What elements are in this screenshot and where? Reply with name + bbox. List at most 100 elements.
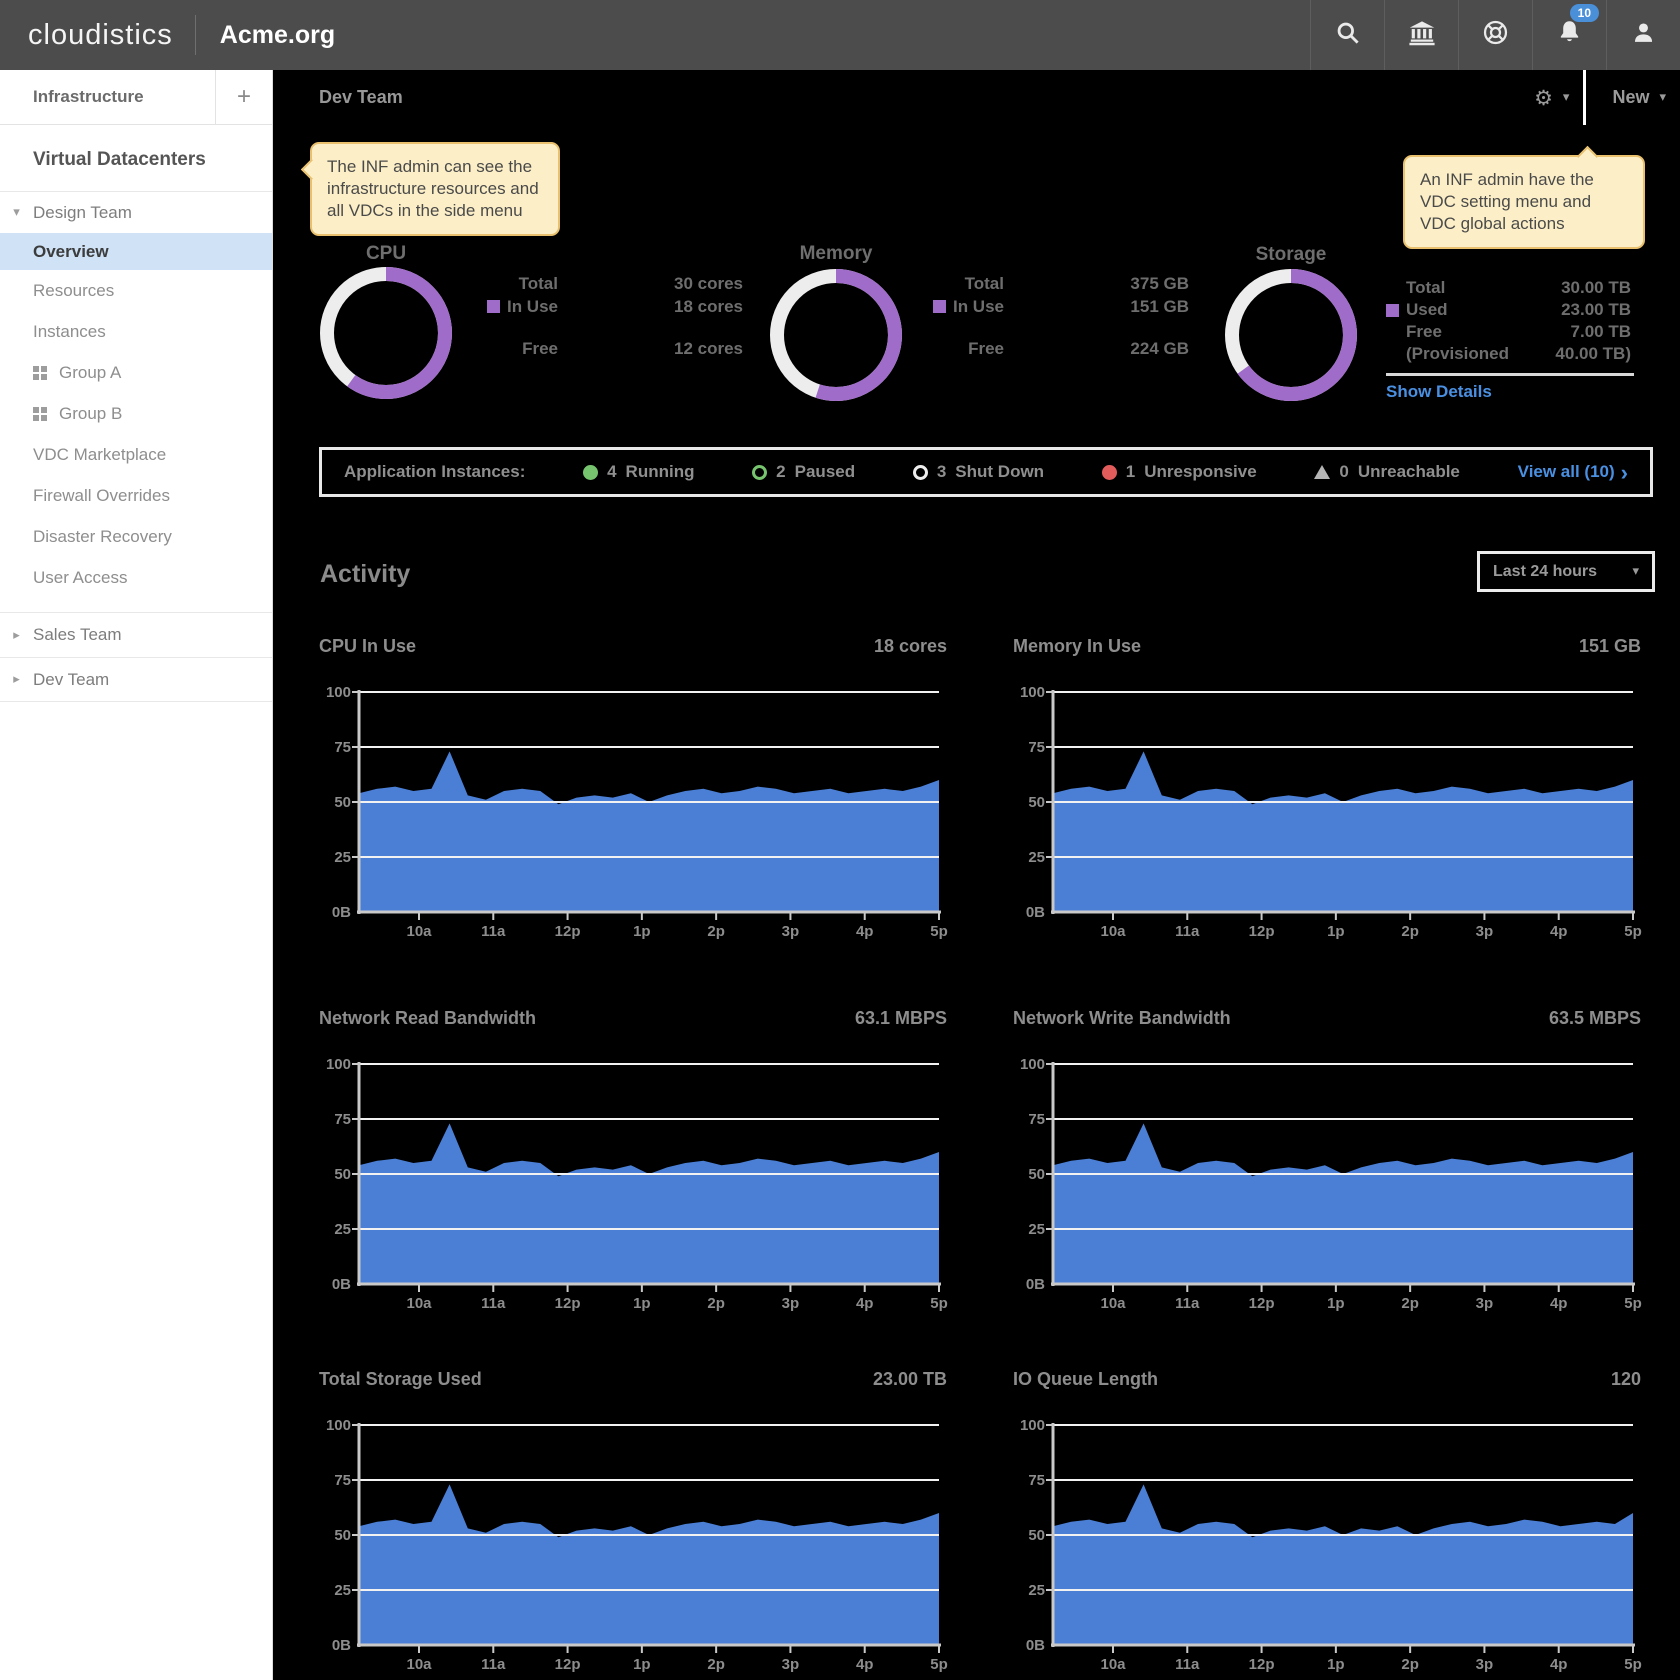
vdc-settings-gear-icon[interactable]: ⚙: [1534, 86, 1553, 110]
sidebar-item-vdc-marketplace[interactable]: VDC Marketplace: [0, 434, 272, 475]
sidebar-item-label: User Access: [33, 568, 127, 588]
sidebar-item-firewall-overrides[interactable]: Firewall Overrides: [0, 475, 272, 516]
sidebar-item-label: Dev Team: [33, 670, 109, 690]
chart-card-memory-in-use: Memory In Use151 GB1007550250B10a11a12p1…: [1013, 636, 1641, 940]
dot-red-status-icon: [1102, 465, 1117, 480]
svg-text:10a: 10a: [1100, 1656, 1126, 1673]
chevron-right-icon: ▸: [0, 672, 33, 687]
svg-text:100: 100: [326, 1056, 351, 1073]
svg-text:100: 100: [1020, 1056, 1045, 1073]
stat-value: 30 cores: [558, 274, 743, 294]
sidebar-item-overview[interactable]: Overview: [0, 233, 272, 270]
stat-value: 18 cores: [558, 297, 743, 317]
svg-text:10a: 10a: [406, 1656, 432, 1673]
svg-text:12p: 12p: [555, 1295, 581, 1312]
chevron-right-icon: ›: [1621, 464, 1628, 481]
sidebar-item-disaster-recovery[interactable]: Disaster Recovery: [0, 516, 272, 557]
sidebar-item-label: Group A: [59, 363, 121, 383]
sidebar-item-group-b[interactable]: Group B: [0, 393, 272, 434]
new-button[interactable]: New: [1612, 87, 1649, 108]
svg-text:3p: 3p: [782, 1656, 800, 1673]
sidebar-item-label: Resources: [33, 281, 114, 301]
svg-text:1p: 1p: [1327, 923, 1345, 940]
memory-stats: Total375 GBIn Use151 GBFree224 GB: [864, 272, 1189, 360]
svg-text:75: 75: [1028, 1472, 1045, 1489]
svg-text:5p: 5p: [1624, 1295, 1642, 1312]
user-menu-button[interactable]: [1606, 0, 1680, 70]
new-chevron-down-icon[interactable]: ▾: [1659, 90, 1666, 105]
chart-title: Network Read Bandwidth: [319, 1008, 536, 1029]
svg-text:5p: 5p: [1624, 923, 1642, 940]
notifications-button[interactable]: 10: [1532, 0, 1606, 70]
stat-value: 23.00 TB: [1536, 300, 1631, 320]
search-icon: [1334, 19, 1361, 51]
sidebar-item-sales-team[interactable]: ▸Sales Team: [0, 612, 272, 657]
used-legend-swatch: [1386, 304, 1399, 317]
user-icon: [1631, 20, 1656, 50]
svg-text:100: 100: [326, 684, 351, 701]
org-name: Acme.org: [220, 21, 335, 50]
sidebar-item-group-a[interactable]: Group A: [0, 352, 272, 393]
stat-value: 30.00 TB: [1536, 278, 1631, 298]
svg-text:11a: 11a: [1175, 923, 1200, 940]
bell-icon: [1556, 19, 1583, 51]
stats-divider: [1386, 373, 1634, 376]
stat-label: (Provisioned: [1406, 344, 1509, 364]
sidebar-item-design-team[interactable]: ▾Design Team: [0, 192, 272, 233]
show-details-link[interactable]: Show Details: [1386, 382, 1634, 402]
stat-value: 224 GB: [1004, 339, 1189, 359]
sidebar-item-user-access[interactable]: User Access: [0, 557, 272, 598]
area-chart: 1007550250B10a11a12p1p2p3p4p5p: [319, 1415, 947, 1673]
datacenters-button[interactable]: [1384, 0, 1458, 70]
svg-text:5p: 5p: [930, 923, 948, 940]
chevron-down-icon[interactable]: ▾: [1563, 90, 1570, 105]
svg-text:25: 25: [1028, 849, 1045, 866]
instance-status-paused: 2Paused: [752, 462, 855, 482]
chart-title: Network Write Bandwidth: [1013, 1008, 1231, 1029]
svg-text:12p: 12p: [555, 923, 581, 940]
stat-value: 375 GB: [1004, 274, 1189, 294]
stat-label: In Use: [953, 297, 1004, 317]
svg-text:75: 75: [334, 739, 351, 756]
svg-text:5p: 5p: [1624, 1656, 1642, 1673]
instances-label: Application Instances:: [344, 462, 525, 482]
chart-current-value: 18 cores: [874, 636, 947, 657]
svg-text:1p: 1p: [633, 1295, 651, 1312]
sidebar-item-dev-team[interactable]: ▸Dev Team: [0, 657, 272, 702]
add-vdc-button[interactable]: +: [215, 70, 272, 124]
view-all-link[interactable]: View all (10) ›: [1518, 462, 1628, 482]
chart-card-network-read-bandwidth: Network Read Bandwidth63.1 MBPS100755025…: [319, 1008, 947, 1312]
svg-text:0B: 0B: [1026, 1637, 1045, 1654]
sidebar-item-label: Design Team: [33, 203, 132, 223]
search-button[interactable]: [1310, 0, 1384, 70]
time-range-value: Last 24 hours: [1493, 563, 1597, 581]
cpu-stats: Total30 coresIn Use18 coresFree12 cores: [418, 272, 743, 360]
sidebar-item-resources[interactable]: Resources: [0, 270, 272, 311]
svg-text:10a: 10a: [406, 923, 432, 940]
instance-status-unreachable: 0Unreachable: [1314, 462, 1460, 482]
sidebar-nav: ▾Design Team Overview Resources Instances Gr…: [0, 192, 272, 702]
svg-text:4p: 4p: [1550, 1656, 1568, 1673]
time-range-dropdown[interactable]: Last 24 hours ▾: [1477, 551, 1655, 592]
app-logo[interactable]: cloudistics: [0, 19, 173, 52]
chart-title: Total Storage Used: [319, 1369, 482, 1390]
page-header: Dev Team ⚙ ▾ New ▾: [274, 70, 1680, 125]
svg-text:10a: 10a: [406, 1295, 432, 1312]
svg-text:75: 75: [334, 1111, 351, 1128]
svg-text:3p: 3p: [1476, 923, 1494, 940]
group-grid-icon: [33, 407, 47, 421]
area-chart: 1007550250B10a11a12p1p2p3p4p5p: [1013, 1415, 1641, 1673]
svg-text:2p: 2p: [707, 923, 725, 940]
sidebar-item-instances[interactable]: Instances: [0, 311, 272, 352]
stat-value: 40.00 TB): [1536, 344, 1631, 364]
status-count: 2: [776, 462, 785, 482]
svg-text:4p: 4p: [1550, 923, 1568, 940]
svg-text:2p: 2p: [707, 1656, 725, 1673]
svg-text:50: 50: [334, 1527, 351, 1544]
main-content: Dev Team ⚙ ▾ New ▾ CPU Memory Storage To…: [274, 70, 1680, 1680]
sidebar-item-label: Overview: [33, 242, 109, 262]
svg-text:0B: 0B: [1026, 1276, 1045, 1293]
support-button[interactable]: [1458, 0, 1532, 70]
status-count: 1: [1126, 462, 1135, 482]
svg-text:2p: 2p: [1401, 923, 1419, 940]
